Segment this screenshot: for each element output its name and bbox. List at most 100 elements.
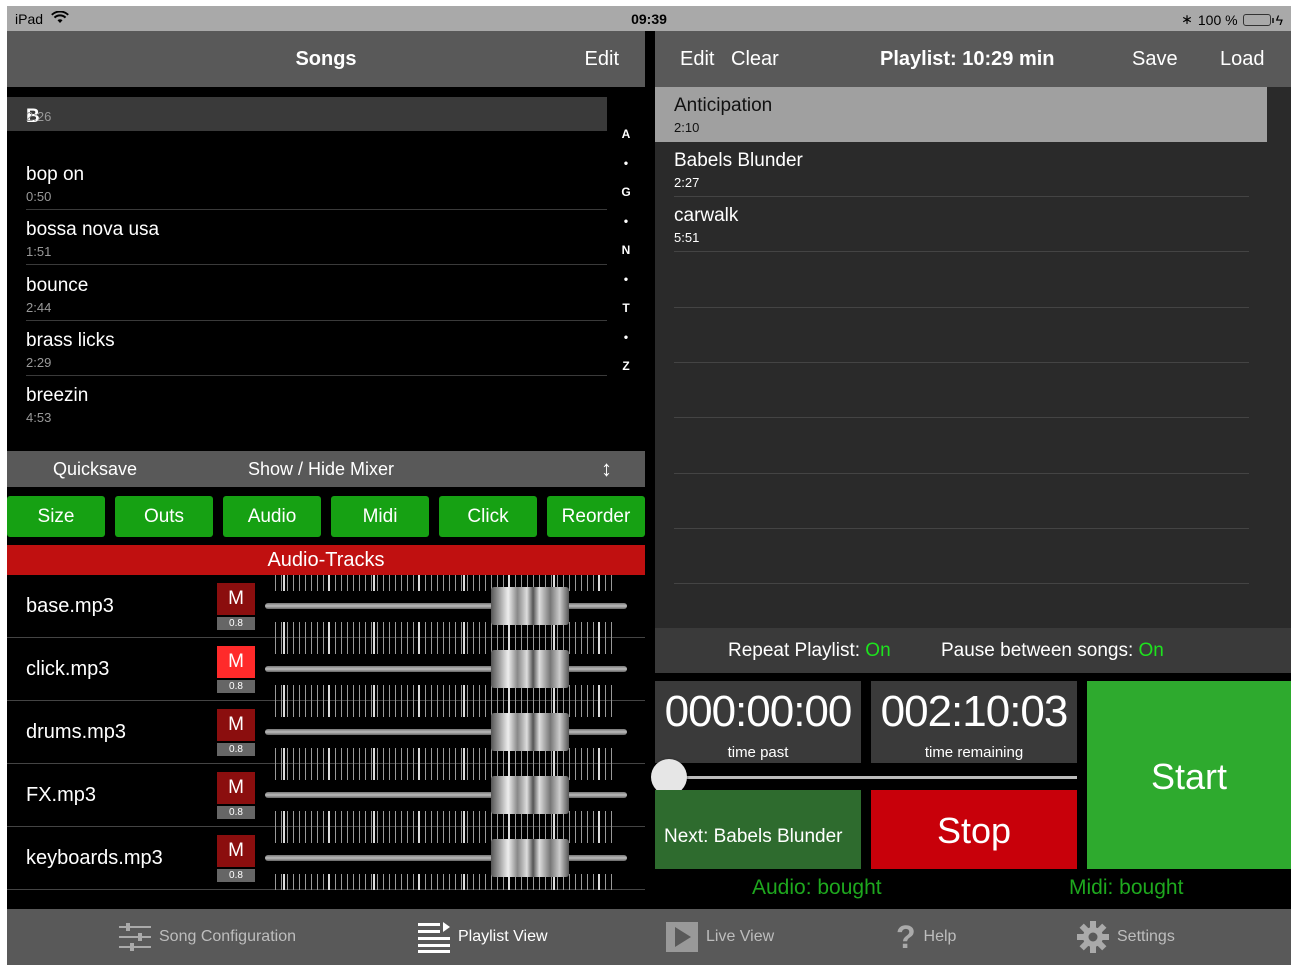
volume-fader[interactable] [265, 701, 627, 764]
show-hide-mixer-button[interactable]: Show / Hide Mixer [248, 459, 394, 480]
fader-major-tick [373, 622, 375, 638]
mute-button[interactable]: M [217, 646, 255, 678]
song-row[interactable]: bop on 0:50 [26, 155, 607, 210]
playlist-item[interactable]: carwalk 5:51 [655, 197, 1267, 252]
tab-label: Song Configuration [159, 928, 296, 945]
fader-major-tick [283, 638, 285, 654]
playlist-list[interactable]: Anticipation 2:10 Babels Blunder 2:27 ca… [655, 87, 1291, 628]
audio-button[interactable]: Audio [223, 496, 321, 537]
fader-major-tick [373, 748, 375, 764]
fader-major-tick [328, 701, 330, 717]
fader-knob[interactable] [491, 650, 569, 688]
index-letter[interactable]: G [615, 185, 637, 214]
index-dot[interactable]: • [615, 272, 637, 301]
charging-icon: ϟ [1275, 11, 1283, 28]
position-slider-track[interactable] [669, 776, 1077, 779]
tab-settings[interactable]: Settings [1077, 909, 1175, 965]
fader-knob[interactable] [491, 587, 569, 625]
tab-song-configuration[interactable]: Song Configuration [119, 909, 296, 965]
click-button[interactable]: Click [439, 496, 537, 537]
track-name: click.mp3 [26, 658, 110, 680]
song-row[interactable]: breezin 4:53 [26, 376, 607, 431]
mute-button[interactable]: M [217, 709, 255, 741]
fader-knob[interactable] [491, 713, 569, 751]
fader-major-tick [463, 622, 465, 638]
index-dot[interactable]: • [615, 156, 637, 185]
repeat-label: Repeat Playlist: [728, 640, 861, 661]
playlist-item-name: carwalk [674, 205, 739, 226]
fader-major-tick [463, 638, 465, 654]
size-button[interactable]: Size [7, 496, 105, 537]
mute-button[interactable]: M [217, 835, 255, 867]
song-list[interactable]: B 2:26 bop on 0:50 bossa nova usa 1:51 b… [7, 87, 645, 451]
index-letter[interactable]: Z [615, 359, 637, 388]
time-remaining-label: time remaining [924, 744, 1024, 761]
fader-major-tick [418, 827, 420, 843]
song-row[interactable]: 2:26 [26, 87, 607, 130]
fader-major-tick [328, 575, 330, 591]
empty-row-divider [674, 528, 1249, 529]
index-letter[interactable]: T [615, 301, 637, 330]
song-row[interactable]: bossa nova usa 1:51 [26, 210, 607, 265]
fader-major-tick [598, 575, 600, 591]
question-icon: ? [896, 919, 916, 955]
songs-edit-button[interactable]: Edit [585, 48, 619, 71]
index-dot[interactable]: • [615, 330, 637, 359]
start-button[interactable]: Start [1087, 681, 1291, 869]
fader-knob[interactable] [491, 776, 569, 814]
playlist-edit-button[interactable]: Edit [680, 48, 714, 71]
index-dot[interactable]: • [615, 214, 637, 243]
track-row: click.mp3 M 0.8 [7, 638, 645, 701]
mute-button[interactable]: M [217, 583, 255, 615]
songs-panel: Songs Edit B 2:26 bop on 0:50 bossa nova… [7, 31, 645, 909]
playlist-clear-button[interactable]: Clear [731, 48, 779, 71]
stop-button[interactable]: Stop [871, 790, 1077, 869]
volume-fader[interactable] [265, 827, 627, 890]
app-window: iPad 09:39 ∗ 100 % ϟ Songs Edit B 2:26 b… [7, 6, 1291, 965]
section-index[interactable]: A • G • N • T • Z [615, 127, 637, 388]
index-letter[interactable]: A [615, 127, 637, 156]
bluetooth-icon: ∗ [1181, 11, 1193, 27]
tab-bar: Song Configuration Playlist View Live Vi… [7, 909, 1291, 965]
midi-button[interactable]: Midi [331, 496, 429, 537]
playlist-item[interactable]: Babels Blunder 2:27 [655, 142, 1267, 197]
fader-major-tick [418, 764, 420, 780]
playlist-item-name: Anticipation [674, 95, 773, 116]
song-row[interactable]: brass licks 2:29 [26, 321, 607, 376]
song-name: bop on [26, 164, 85, 185]
repeat-playlist-toggle[interactable]: Repeat Playlist: On [728, 640, 891, 662]
quicksave-button[interactable]: Quicksave [53, 459, 137, 480]
pause-between-toggle[interactable]: Pause between songs: On [941, 640, 1164, 662]
audio-track-list[interactable]: base.mp3 M 0.8 click.mp3 M 0.8 drums.mp3… [7, 575, 645, 901]
mixer-button-row: Size Outs Audio Midi Click Reorder [7, 496, 645, 537]
fader-major-tick [598, 748, 600, 764]
reorder-button[interactable]: Reorder [547, 496, 645, 537]
volume-fader[interactable] [265, 764, 627, 827]
tab-live-view[interactable]: Live View [666, 909, 774, 965]
song-duration: 1:51 [26, 244, 52, 259]
tab-help[interactable]: ? Help [896, 909, 956, 965]
outs-button[interactable]: Outs [115, 496, 213, 537]
song-name: brass licks [26, 330, 115, 351]
repeat-value: On [865, 640, 891, 661]
next-song-button[interactable]: Next: Babels Blunder [655, 790, 861, 869]
playlist-item[interactable]: Anticipation 2:10 [655, 87, 1267, 142]
fader-knob[interactable] [491, 839, 569, 877]
mute-button[interactable]: M [217, 772, 255, 804]
song-duration: 2:29 [26, 355, 52, 370]
song-name: bounce [26, 275, 89, 296]
index-letter[interactable]: N [615, 243, 637, 272]
volume-fader[interactable] [265, 575, 627, 638]
fader-major-tick [598, 638, 600, 654]
tab-label: Live View [706, 928, 775, 945]
fader-major-tick [373, 701, 375, 717]
playlist-save-button[interactable]: Save [1132, 48, 1178, 71]
fader-major-tick [463, 827, 465, 843]
tab-playlist-view[interactable]: Playlist View [418, 909, 548, 965]
playlist-load-button[interactable]: Load [1220, 48, 1265, 71]
song-row[interactable]: bounce 2:44 [26, 266, 607, 321]
track-row: drums.mp3 M 0.8 [7, 701, 645, 764]
resize-arrows-icon[interactable]: ↕ [601, 456, 612, 482]
fader-major-tick [598, 874, 600, 890]
volume-fader[interactable] [265, 638, 627, 701]
